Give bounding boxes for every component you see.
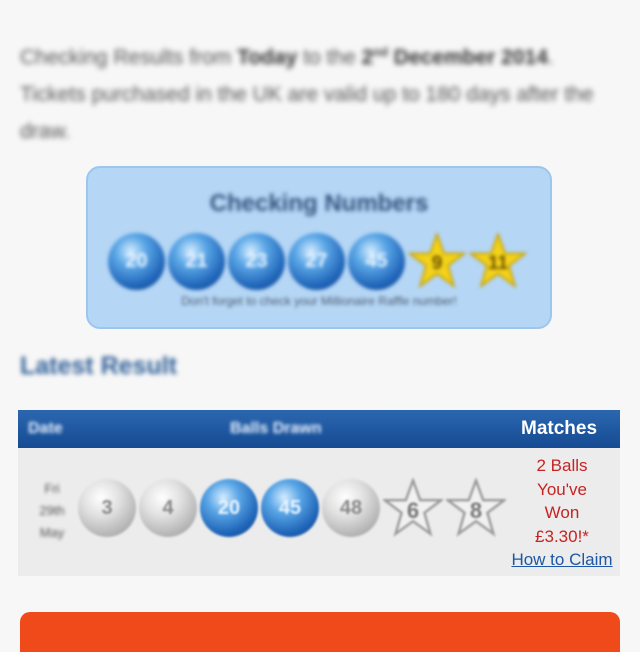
orange-action-banner[interactable] [20, 612, 620, 652]
raffle-reminder: Don't forget to check your Millionaire R… [181, 294, 457, 308]
latest-result-heading: Latest Result [20, 352, 177, 380]
header-balls-drawn: Balls Drawn [230, 420, 322, 437]
intro-part2: to the [297, 46, 362, 69]
intro-date: 2nd December 2014 [361, 45, 548, 69]
checking-numbers-title: Checking Numbers [209, 190, 429, 217]
checking-ball: 45 [348, 232, 405, 290]
matches-line: You've [537, 479, 587, 499]
drawn-ball: 3 [78, 479, 136, 537]
drawn-star-number: 6 [406, 498, 420, 523]
intro-date-num: 2 [361, 46, 374, 69]
lucky-star-number: 9 [431, 253, 443, 274]
intro-part1: Checking Results from [20, 46, 238, 69]
checking-balls-row: 20 21 23 27 45 9 11 [108, 228, 527, 294]
checking-ball: 23 [228, 232, 285, 290]
drawn-star-number: 8 [469, 498, 483, 523]
header-matches: Matches [521, 418, 598, 439]
lucky-star-icon: 9 [408, 232, 466, 290]
draw-date-number: 29th [39, 503, 65, 518]
drawn-star-icon: 8 [446, 478, 506, 538]
matches-line: Won [544, 503, 580, 522]
drawn-star-icon: 6 [383, 478, 443, 538]
lucky-star-number: 11 [487, 253, 509, 274]
matches-result: 2 Balls You've Won £3.30!* How to Claim [510, 454, 614, 572]
how-to-claim-link[interactable]: How to Claim [510, 548, 614, 572]
drawn-balls-row: 3 4 20 45 48 6 8 [78, 478, 506, 538]
latest-result-table: Date Balls Drawn Matches Fri 29th May 3 … [18, 410, 620, 576]
intro-date-sup: nd [373, 45, 388, 59]
header-date: Date [28, 420, 63, 437]
matches-line: 2 Balls [536, 456, 588, 475]
checking-ball: 21 [168, 232, 225, 290]
lucky-star-icon: 11 [469, 232, 527, 290]
intro-date-rest: December 2014 [387, 46, 548, 69]
intro-text: Checking Results from Today to the 2nd D… [20, 34, 620, 150]
draw-date-month: May [39, 525, 65, 540]
intro-today: Today [237, 46, 298, 69]
draw-date: Fri 29th May [32, 478, 72, 544]
prize-amount: £3.30!* [535, 526, 589, 546]
drawn-ball: 45 [261, 479, 319, 537]
checking-ball: 27 [288, 232, 345, 290]
drawn-ball: 20 [200, 479, 258, 537]
draw-date-day: Fri [44, 481, 60, 496]
checking-numbers-panel: Checking Numbers 20 21 23 27 45 9 11 Don… [86, 166, 552, 329]
drawn-ball: 48 [322, 479, 380, 537]
result-table-header: Date Balls Drawn Matches [18, 410, 620, 448]
drawn-ball: 4 [139, 479, 197, 537]
checking-ball: 20 [108, 232, 165, 290]
